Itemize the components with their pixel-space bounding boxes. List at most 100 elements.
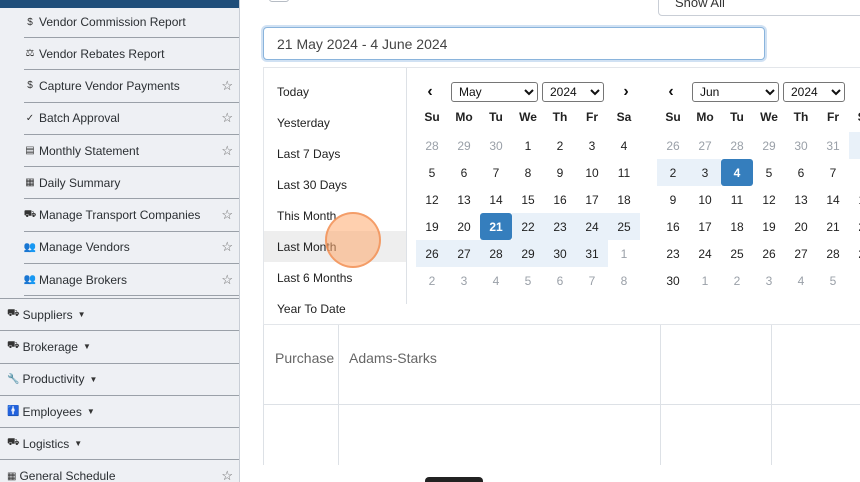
calendar-day[interactable]: 28 <box>416 132 448 159</box>
calendar-day[interactable]: 29 <box>753 132 785 159</box>
calendar-day[interactable]: 31 <box>576 240 608 267</box>
prev-month-icon[interactable]: ‹ <box>663 82 679 102</box>
calendar-day[interactable]: 11 <box>608 159 640 186</box>
calendar-day[interactable]: 9 <box>544 159 576 186</box>
calendar-day[interactable]: 10 <box>576 159 608 186</box>
calendar-day[interactable]: 3 <box>689 159 721 186</box>
calendar-day[interactable]: 18 <box>721 213 753 240</box>
calendar-day[interactable]: 25 <box>608 213 640 240</box>
calendar-day[interactable]: 29 <box>849 240 860 267</box>
favorite-star-icon[interactable]: ☆ <box>221 468 233 482</box>
calendar-day[interactable]: 21 <box>817 213 849 240</box>
date-range-input[interactable] <box>263 27 765 60</box>
calendar-day[interactable]: 19 <box>753 213 785 240</box>
month-select[interactable]: Jun <box>692 82 779 102</box>
calendar-day[interactable]: 6 <box>448 159 480 186</box>
show-all-select[interactable]: Show All <box>658 0 860 16</box>
sidebar-subitem[interactable]: ▤ Monthly Statement ☆ <box>24 135 239 168</box>
calendar-day[interactable]: 30 <box>544 240 576 267</box>
calendar-day[interactable]: 1 <box>849 132 860 159</box>
range-option[interactable]: Last 6 Months <box>264 262 406 293</box>
favorite-star-icon[interactable]: ☆ <box>221 143 233 159</box>
calendar-day[interactable]: 15 <box>849 186 860 213</box>
calendar-day[interactable]: 24 <box>689 240 721 267</box>
calendar-day[interactable]: 12 <box>753 186 785 213</box>
calendar-day[interactable]: 18 <box>608 186 640 213</box>
sidebar-subitem[interactable]: 👥 Manage Brokers ☆ <box>24 264 239 297</box>
range-option[interactable]: Last Month <box>264 231 406 262</box>
calendar-day[interactable]: 25 <box>721 240 753 267</box>
month-select[interactable]: May <box>451 82 538 102</box>
favorite-star-icon[interactable]: ☆ <box>221 110 233 126</box>
sidebar-subitem[interactable]: ▦ Daily Summary <box>24 167 239 200</box>
year-select[interactable]: 2024 <box>542 82 604 102</box>
range-option[interactable]: Last 7 Days <box>264 138 406 169</box>
calendar-day[interactable]: 22 <box>849 213 860 240</box>
calendar-day[interactable]: 30 <box>480 132 512 159</box>
calendar-day[interactable]: 29 <box>448 132 480 159</box>
calendar-day[interactable]: 2 <box>416 267 448 294</box>
sidebar-item[interactable]: ⛟ Brokerage ▼ <box>0 330 239 362</box>
calendar-day[interactable]: 13 <box>448 186 480 213</box>
calendar-day[interactable]: 26 <box>753 240 785 267</box>
sidebar-subitem[interactable]: $ Vendor Commission Report <box>24 7 239 38</box>
calendar-day[interactable]: 22 <box>512 213 544 240</box>
calendar-day[interactable]: 4 <box>785 267 817 294</box>
calendar-day[interactable]: 30 <box>657 267 689 294</box>
calendar-day[interactable]: 2 <box>544 132 576 159</box>
calendar-day[interactable]: 27 <box>448 240 480 267</box>
range-option[interactable]: Year To Date <box>264 293 406 324</box>
calendar-day[interactable]: 30 <box>785 132 817 159</box>
calendar-day[interactable]: 26 <box>416 240 448 267</box>
select-all-checkbox[interactable] <box>269 0 289 2</box>
calendar-day[interactable]: 28 <box>480 240 512 267</box>
calendar-day[interactable]: 5 <box>817 267 849 294</box>
calendar-day[interactable]: 23 <box>544 213 576 240</box>
calendar-day[interactable]: 26 <box>657 132 689 159</box>
favorite-star-icon[interactable]: ☆ <box>221 207 233 223</box>
calendar-day[interactable]: 1 <box>689 267 721 294</box>
calendar-day[interactable]: 13 <box>785 186 817 213</box>
sidebar-item[interactable]: ⛟ Logistics ▼ <box>0 427 239 459</box>
calendar-day[interactable]: 20 <box>785 213 817 240</box>
calendar-day[interactable]: 5 <box>416 159 448 186</box>
calendar-day[interactable]: 7 <box>817 159 849 186</box>
prev-month-icon[interactable]: ‹ <box>422 82 438 102</box>
favorite-star-icon[interactable]: ☆ <box>221 272 233 288</box>
calendar-day[interactable]: 21 <box>480 213 512 240</box>
calendar-day[interactable]: 8 <box>512 159 544 186</box>
next-month-icon[interactable]: › <box>618 82 634 102</box>
calendar-day[interactable]: 4 <box>480 267 512 294</box>
calendar-day[interactable]: 20 <box>448 213 480 240</box>
sidebar-subitem[interactable]: ⚖ Vendor Rebates Report <box>24 38 239 71</box>
calendar-day[interactable]: 3 <box>753 267 785 294</box>
calendar-day[interactable]: 12 <box>416 186 448 213</box>
sidebar-subitem[interactable]: 👥 Manage Vendors ☆ <box>24 232 239 265</box>
calendar-day[interactable]: 9 <box>657 186 689 213</box>
calendar-day[interactable]: 2 <box>721 267 753 294</box>
calendar-day[interactable]: 4 <box>608 132 640 159</box>
range-option[interactable]: Yesterday <box>264 107 406 138</box>
favorite-star-icon[interactable]: ☆ <box>221 239 233 255</box>
calendar-day[interactable]: 15 <box>512 186 544 213</box>
calendar-day[interactable]: 28 <box>721 132 753 159</box>
calendar-day[interactable]: 29 <box>512 240 544 267</box>
calendar-day[interactable]: 3 <box>576 132 608 159</box>
calendar-day[interactable]: 3 <box>448 267 480 294</box>
range-option[interactable]: This Month <box>264 200 406 231</box>
calendar-day[interactable]: 19 <box>416 213 448 240</box>
calendar-day[interactable]: 14 <box>817 186 849 213</box>
calendar-day[interactable]: 27 <box>689 132 721 159</box>
calendar-day[interactable]: 5 <box>512 267 544 294</box>
year-select[interactable]: 2024 <box>783 82 845 102</box>
calendar-day[interactable]: 8 <box>608 267 640 294</box>
range-option[interactable]: Last 30 Days <box>264 169 406 200</box>
calendar-day[interactable]: 7 <box>576 267 608 294</box>
calendar-day[interactable]: 6 <box>785 159 817 186</box>
calendar-day[interactable]: 6 <box>849 267 860 294</box>
sidebar-subitem[interactable]: $ Capture Vendor Payments ☆ <box>24 70 239 103</box>
sidebar-subitem[interactable]: ⛟ Manage Transport Companies ☆ <box>24 199 239 232</box>
calendar-day[interactable]: 10 <box>689 186 721 213</box>
calendar-day[interactable]: 1 <box>608 240 640 267</box>
sidebar-item[interactable]: ▦ General Schedule ☆ <box>0 459 239 482</box>
